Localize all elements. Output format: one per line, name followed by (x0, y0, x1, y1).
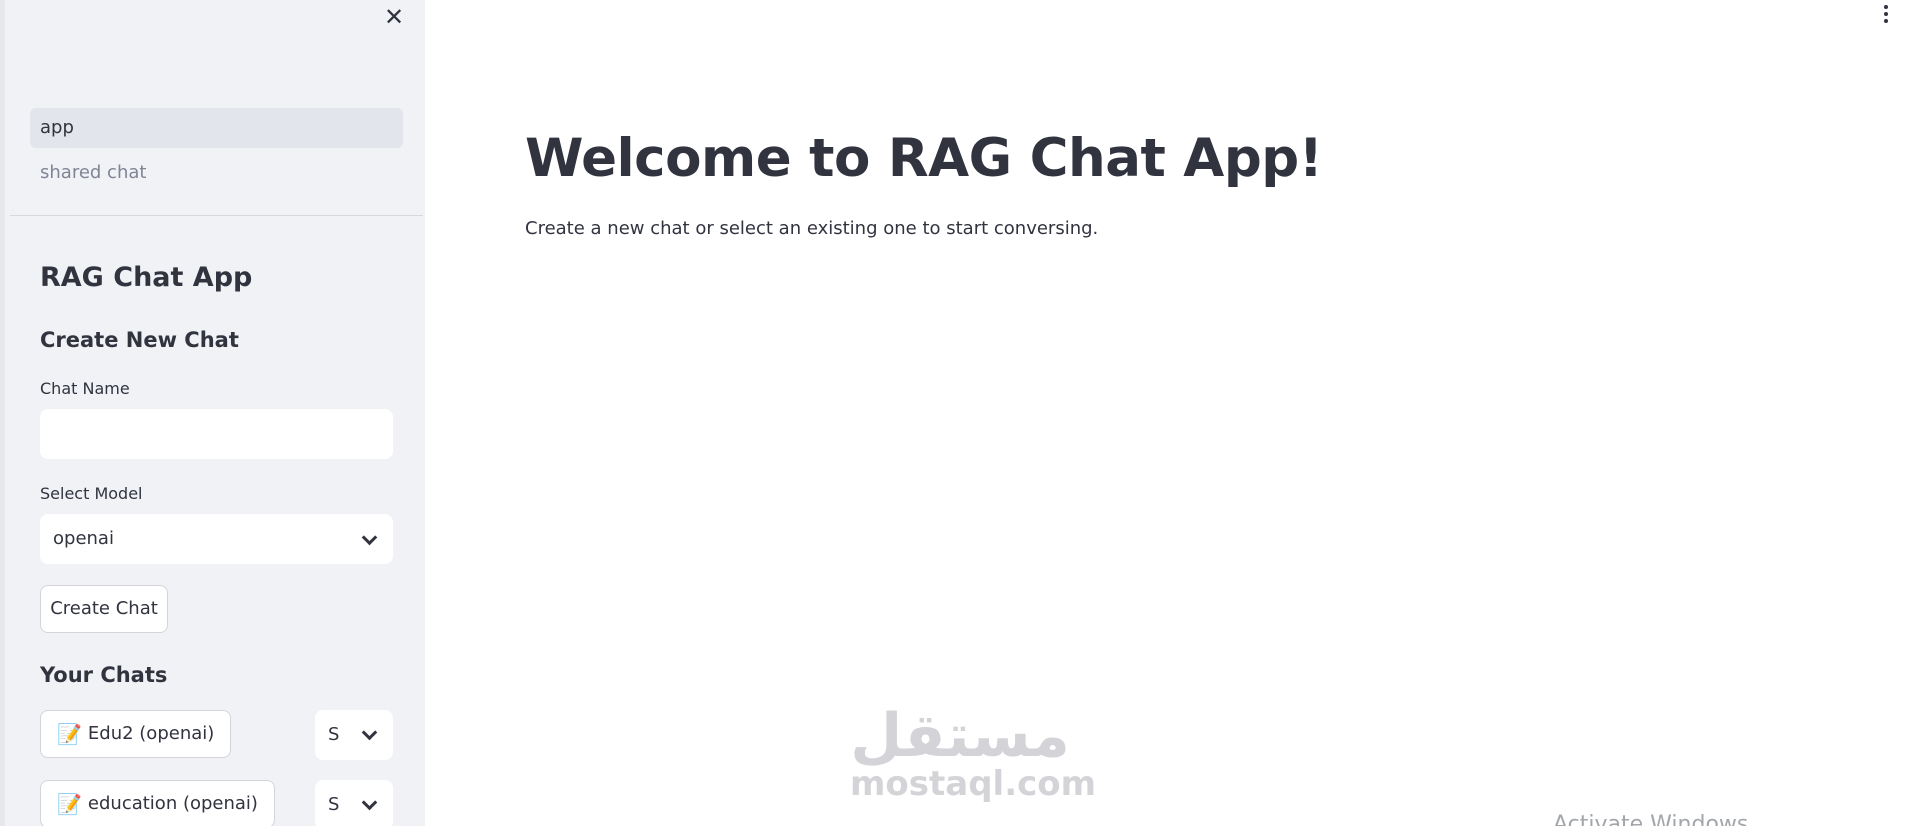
select-model-label: Select Model (40, 484, 143, 503)
page-description: Create a new chat or select an existing … (525, 218, 1099, 239)
chat-item-label: Edu2 (openai) (87, 723, 215, 744)
model-select-value: openai (53, 528, 114, 549)
chat-action-select[interactable]: S (315, 780, 393, 826)
page-title: Welcome to RAG Chat App! (525, 128, 1323, 189)
model-select[interactable]: openai (40, 514, 393, 564)
chat-action-select-value: S (328, 724, 340, 745)
create-chat-button[interactable]: Create Chat (40, 585, 168, 633)
nav-item-app[interactable]: app (30, 108, 403, 148)
sidebar: ✕ app shared chat RAG Chat App Create Ne… (0, 0, 425, 826)
watermark-arabic: مستقل (850, 701, 1070, 771)
activate-windows-text: Activate Windows (1553, 812, 1749, 826)
memo-icon: 📝 (57, 792, 82, 816)
sidebar-title: RAG Chat App (40, 262, 253, 293)
chat-item-education-button[interactable]: 📝 education (openai) (40, 780, 275, 826)
nav-item-shared-chat[interactable]: shared chat (30, 153, 403, 193)
chevron-down-icon (361, 794, 378, 811)
main-menu-icon[interactable] (1876, 2, 1896, 26)
your-chats-heading: Your Chats (40, 663, 168, 687)
sidebar-divider (10, 215, 423, 216)
chevron-down-icon (361, 529, 378, 546)
chat-action-select[interactable]: S (315, 710, 393, 760)
chat-item-edu2-button[interactable]: 📝 Edu2 (openai) (40, 710, 232, 758)
menu-dot (1884, 12, 1888, 16)
menu-dot (1884, 5, 1888, 9)
menu-dot (1884, 19, 1888, 23)
memo-icon: 📝 (57, 722, 82, 746)
close-sidebar-icon[interactable]: ✕ (379, 2, 409, 32)
chat-action-select-value: S (328, 794, 340, 815)
chevron-down-icon (361, 724, 378, 741)
watermark-latin: mostaql.com (850, 764, 1097, 804)
chat-name-label: Chat Name (40, 379, 130, 398)
create-chat-heading: Create New Chat (40, 328, 239, 352)
chat-item-label: education (openai) (87, 793, 258, 814)
watermark-logo: مستقل mostaql.com (850, 701, 1097, 804)
chat-name-input[interactable] (40, 409, 393, 459)
